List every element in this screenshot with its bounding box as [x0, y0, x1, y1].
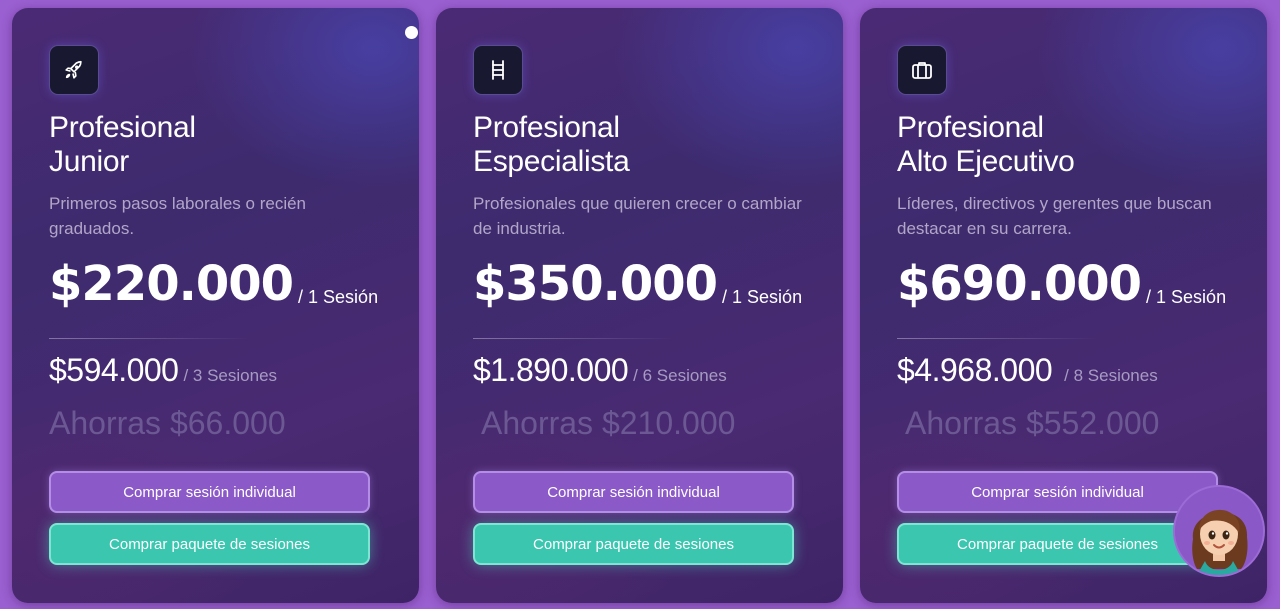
plan-price-amount: $690.000: [897, 256, 1142, 312]
carousel-dot: [405, 26, 418, 39]
plan-title: Profesional Junior: [49, 111, 389, 179]
rocket-icon: [49, 45, 99, 95]
ladder-icon: [473, 45, 523, 95]
package-price: $1.890.000 / 6 Sesiones: [473, 346, 727, 394]
buy-individual-session-button[interactable]: Comprar sesión individual: [897, 471, 1218, 513]
plan-price-unit: / 1 Sesión: [298, 287, 379, 307]
plan-card-especialista: Profesional Especialista Profesionales q…: [436, 8, 843, 603]
buy-session-package-button[interactable]: Comprar paquete de sesiones: [49, 523, 370, 565]
plan-title: Profesional Especialista: [473, 111, 813, 179]
package-price-amount: $4.968.000: [897, 352, 1053, 388]
package-price-unit: / 6 Sesiones: [633, 366, 727, 385]
savings-text: Ahorras $66.000: [49, 405, 286, 441]
package-price: $594.000 / 3 Sesiones: [49, 346, 277, 394]
plan-title-line2: Junior: [49, 145, 129, 178]
savings-text: Ahorras $210.000: [481, 405, 736, 441]
package-price-amount: $1.890.000: [473, 352, 629, 388]
briefcase-icon: [897, 45, 947, 95]
plan-price-unit: / 1 Sesión: [1146, 287, 1227, 307]
price-divider: [49, 338, 249, 339]
plan-price: $350.000 / 1 Sesión: [473, 256, 802, 312]
plan-title-line1: Profesional: [473, 111, 620, 144]
plan-card-junior: Profesional Junior Primeros pasos labora…: [12, 8, 419, 603]
plan-title-line2: Especialista: [473, 145, 630, 178]
plan-title-line2: Alto Ejecutivo: [897, 145, 1075, 178]
package-price-amount: $594.000: [49, 352, 179, 388]
plan-price-amount: $220.000: [49, 256, 294, 312]
plan-description: Líderes, directivos y gerentes que busca…: [897, 194, 1212, 238]
plan-title-line1: Profesional: [897, 111, 1044, 144]
plan-price: $690.000 / 1 Sesión: [897, 256, 1226, 312]
plan-description: Profesionales que quieren crecer o cambi…: [473, 194, 802, 238]
plan-title-line1: Profesional: [49, 111, 196, 144]
assistant-avatar-icon[interactable]: [1175, 487, 1263, 575]
package-price-unit: / 8 Sesiones: [1064, 366, 1158, 385]
buy-session-package-button[interactable]: Comprar paquete de sesiones: [897, 523, 1218, 565]
plan-description: Primeros pasos laborales o recién gradua…: [49, 194, 307, 238]
package-price: $4.968.000 / 8 Sesiones: [897, 346, 1158, 394]
buy-individual-session-button[interactable]: Comprar sesión individual: [473, 471, 794, 513]
price-divider: [473, 338, 673, 339]
plan-price: $220.000 / 1 Sesión: [49, 256, 378, 312]
buy-individual-session-button[interactable]: Comprar sesión individual: [49, 471, 370, 513]
pricing-page: Profesional Junior Primeros pasos labora…: [0, 0, 1280, 609]
package-price-unit: / 3 Sesiones: [183, 366, 278, 385]
plan-title: Profesional Alto Ejecutivo: [897, 111, 1237, 179]
savings-text: Ahorras $552.000: [905, 405, 1160, 441]
plan-price-amount: $350.000: [473, 256, 718, 312]
plan-price-unit: / 1 Sesión: [722, 287, 803, 307]
buy-session-package-button[interactable]: Comprar paquete de sesiones: [473, 523, 794, 565]
price-divider: [897, 338, 1097, 339]
